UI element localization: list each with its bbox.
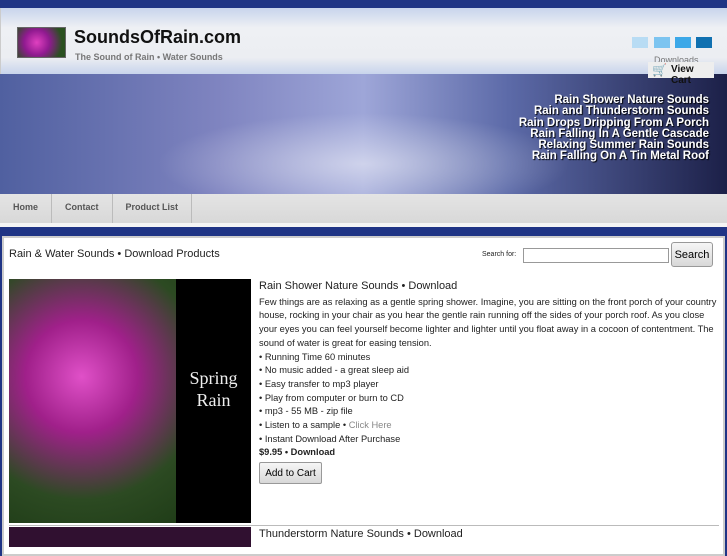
product-image[interactable] (9, 527, 251, 547)
bullet: • Instant Download After Purchase (259, 433, 401, 444)
bullet: • mp3 - 55 MB - zip file (259, 406, 353, 417)
product-image[interactable]: Spring Rain (9, 279, 251, 523)
site-name[interactable]: SoundsOfRain.com (74, 27, 241, 48)
divider (9, 525, 719, 526)
add-to-cart-button[interactable]: Add to Cart (259, 462, 322, 485)
swatch-4[interactable] (696, 37, 712, 48)
banner-title: Rain Falling On A Tin Metal Roof (531, 150, 709, 163)
bullet: • Easy transfer to mp3 player (259, 378, 379, 389)
bullet: • Play from computer or burn to CD (259, 392, 404, 403)
search-button[interactable]: Search (671, 242, 713, 267)
nav-bar: Home Contact Product List (0, 194, 727, 227)
product-title[interactable]: Rain Shower Nature Sounds • Download (259, 280, 717, 294)
view-cart-button[interactable]: 🛒 View Cart (648, 62, 714, 86)
swatch-3[interactable] (675, 37, 691, 48)
price: $9.95 • Download (259, 447, 336, 458)
view-cart-label: View Cart (671, 64, 694, 86)
swatch-1[interactable] (632, 37, 648, 48)
image-text: Spring (189, 368, 238, 388)
swatch-2[interactable] (654, 37, 670, 48)
sample-text: • Listen to a sample • (259, 420, 349, 431)
bullet: • No music added - a great sleep aid (259, 365, 410, 376)
product-title[interactable]: Thunderstorm Nature Sounds • Download (259, 528, 463, 540)
logo[interactable] (17, 27, 66, 58)
image-text: Rain (196, 390, 231, 410)
nav-home[interactable]: Home (0, 194, 53, 223)
product-details: Rain Shower Nature Sounds • Download Few… (259, 280, 717, 485)
header: SoundsOfRain.com The Sound of Rain • Wat… (0, 8, 727, 74)
tagline: The Sound of Rain • Water Sounds (75, 52, 223, 62)
search-input[interactable] (523, 248, 669, 263)
cart-icon: 🛒 (652, 63, 667, 77)
nav-product-list[interactable]: Product List (113, 194, 193, 223)
search-label: Search for: (482, 251, 517, 258)
product-description: Few things are as relaxing as a gentle s… (259, 296, 717, 348)
nav-contact[interactable]: Contact (52, 194, 113, 223)
sample-link[interactable]: Click Here (349, 420, 392, 430)
banner-title: Rain and Thunderstorm Sounds (533, 105, 709, 118)
main-content: Rain & Water Sounds • Download Products … (2, 236, 725, 556)
banner: Rain Shower Nature Sounds Rain and Thund… (0, 74, 727, 194)
page-heading: Rain & Water Sounds • Download Products (9, 248, 220, 260)
bullet: • Running Time 60 minutes (259, 351, 371, 362)
